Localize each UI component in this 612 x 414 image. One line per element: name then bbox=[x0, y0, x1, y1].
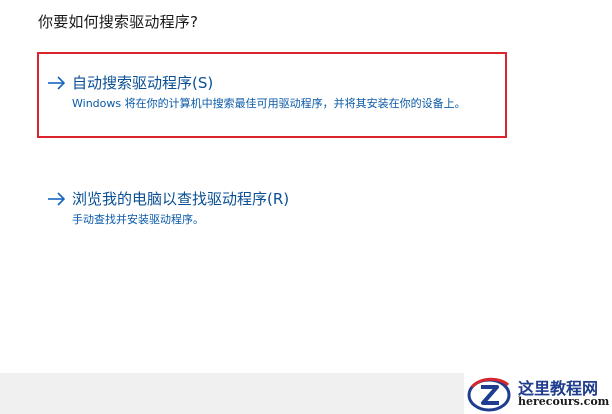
arrow-right-icon bbox=[48, 76, 66, 90]
update-driver-dialog: 你要如何搜索驱动程序? 自动搜索驱动程序(S) Windows 将在你的计算机中… bbox=[0, 0, 612, 414]
arrow-right-icon bbox=[48, 192, 66, 206]
watermark-site-url: herecours.com bbox=[518, 395, 610, 408]
browse-computer-title: 浏览我的电脑以查找驱动程序(R) bbox=[72, 190, 290, 208]
z-globe-logo-icon bbox=[467, 377, 511, 412]
search-automatically-description: Windows 将在你的计算机中搜索最佳可用驱动程序，并将其安装在你的设备上。 bbox=[72, 97, 466, 110]
dialog-question: 你要如何搜索驱动程序? bbox=[38, 13, 199, 31]
site-watermark: 这里教程网 herecours.com bbox=[464, 373, 612, 414]
browse-computer-description: 手动查找并安装驱动程序。 bbox=[72, 213, 204, 226]
search-automatically-title: 自动搜索驱动程序(S) bbox=[72, 74, 214, 92]
